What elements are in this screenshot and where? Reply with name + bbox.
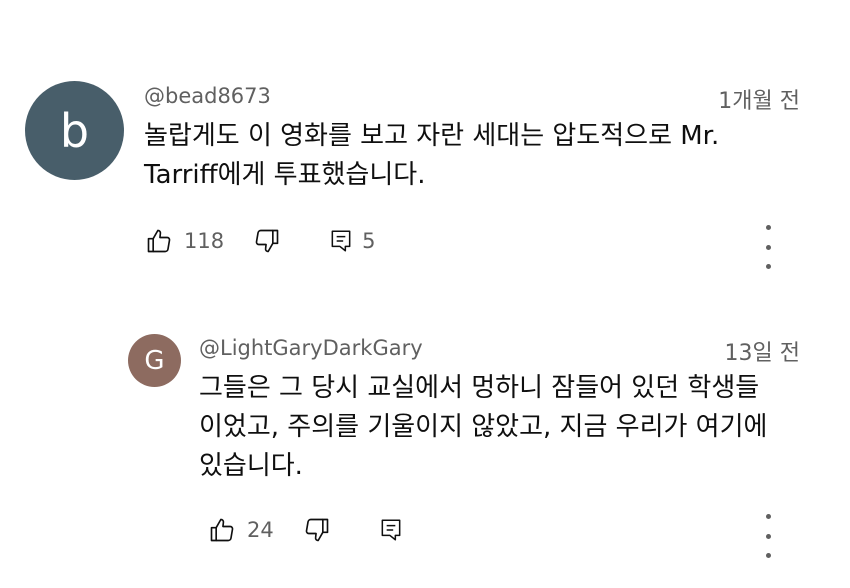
reply-comment-icon: [381, 519, 401, 541]
comment-text: 놀랍게도 이 영화를 보고 자란 세대는 압도적으로 Mr. Tarriff에게…: [144, 117, 824, 195]
dislike-button[interactable]: [302, 510, 332, 550]
comment-author[interactable]: @bead8673: [144, 84, 271, 108]
more-vert-icon[interactable]: [756, 225, 780, 269]
reply-comment-icon: [331, 230, 351, 252]
thumbs-up-icon: [210, 518, 234, 542]
comment-timestamp[interactable]: 1개월 전: [718, 83, 800, 115]
comment-text-line: 있습니다.: [199, 451, 303, 481]
avatar[interactable]: G: [128, 334, 181, 387]
comment-timestamp[interactable]: 13일 전: [725, 335, 800, 367]
like-count: 24: [247, 518, 274, 542]
avatar-letter: G: [144, 345, 165, 376]
comment-author[interactable]: @LightGaryDarkGary: [199, 336, 423, 360]
comment-text: 그들은 그 당시 교실에서 멍하니 잠들어 있던 학생들 이었고, 주의를 기울…: [199, 369, 829, 486]
comment-text-line: 이었고, 주의를 기울이지 않았고, 지금 우리가 여기에: [199, 412, 768, 442]
thumbs-down-icon: [255, 229, 279, 253]
like-count: 118: [184, 229, 225, 253]
reply-count[interactable]: 5: [362, 229, 375, 253]
comment-text-line: Tarriff에게 투표했습니다.: [144, 160, 426, 190]
thumbs-down-icon: [305, 518, 329, 542]
more-vert-icon[interactable]: [756, 514, 780, 558]
thumbs-up-icon: [147, 229, 171, 253]
dislike-button[interactable]: [252, 221, 282, 261]
avatar-letter: b: [59, 103, 90, 158]
like-button[interactable]: [207, 510, 237, 550]
like-button[interactable]: [144, 221, 174, 261]
reply-button[interactable]: [376, 510, 406, 550]
comment-text-line: 그들은 그 당시 교실에서 멍하니 잠들어 있던 학생들: [199, 373, 760, 403]
comment-actions: 118 5: [144, 221, 375, 261]
comment-actions: 24: [207, 510, 406, 550]
reply-button[interactable]: [326, 221, 356, 261]
avatar[interactable]: b: [25, 81, 124, 180]
comment-text-line: 놀랍게도 이 영화를 보고 자란 세대는 압도적으로 Mr.: [144, 121, 720, 151]
